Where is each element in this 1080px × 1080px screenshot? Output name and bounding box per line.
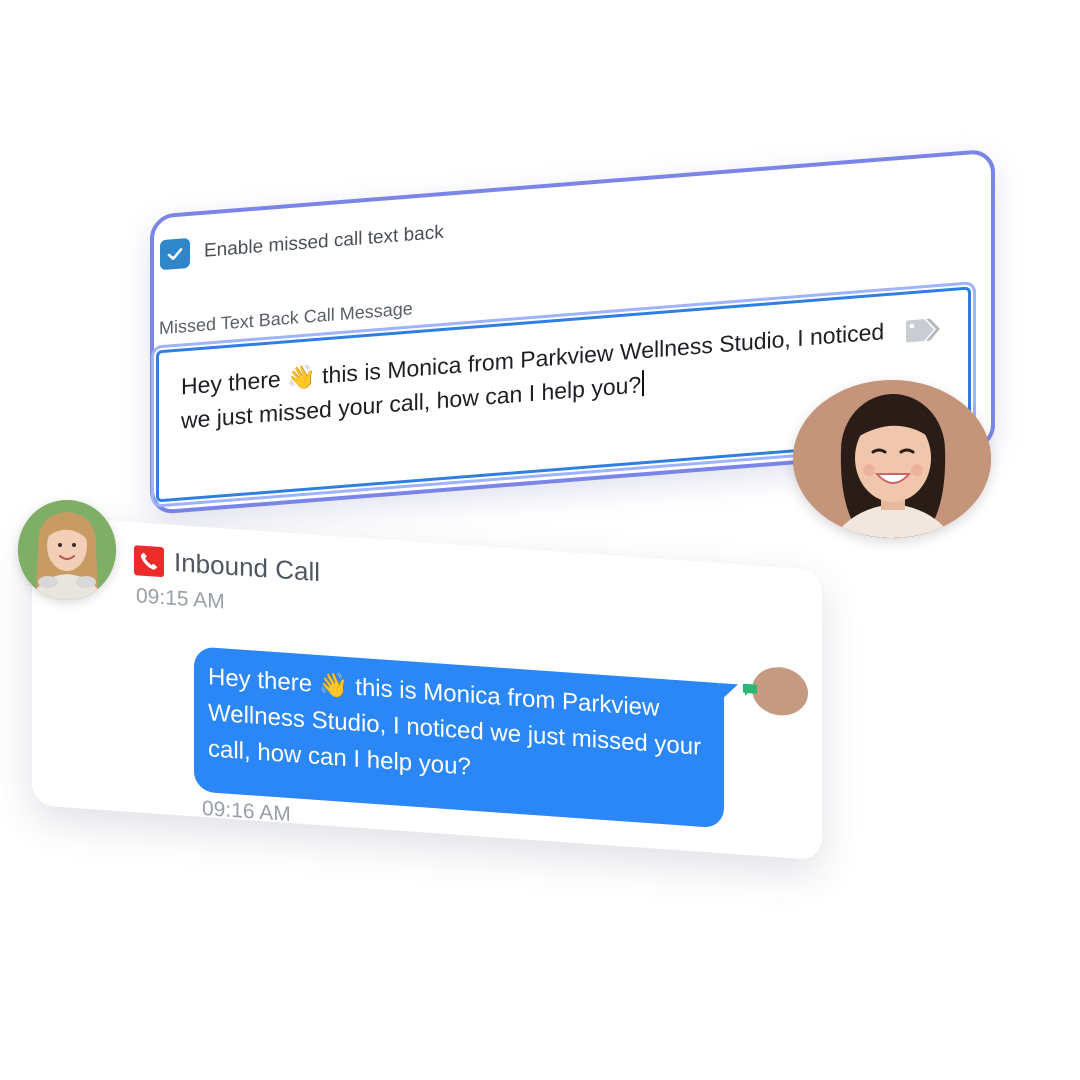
phone-icon xyxy=(134,544,164,577)
enable-missed-call-row[interactable]: Enable missed call text back xyxy=(160,218,444,271)
check-icon xyxy=(167,248,183,260)
enable-missed-call-label: Enable missed call text back xyxy=(204,221,444,262)
phone-glyph xyxy=(140,552,158,570)
call-timestamp: 09:15 AM xyxy=(136,584,225,614)
sender-avatar xyxy=(752,665,808,718)
call-title: Inbound Call xyxy=(174,546,320,588)
inbound-call-row: Inbound Call xyxy=(134,544,320,588)
enable-missed-call-checkbox[interactable] xyxy=(160,237,190,271)
message-text-content: Hey there 👋 this is Monica from Parkview… xyxy=(181,318,885,434)
sent-message-text: Hey there 👋 this is Monica from Parkview… xyxy=(208,663,702,781)
canvas: Enable missed call text back Missed Text… xyxy=(0,0,1080,1080)
sms-icon xyxy=(743,683,757,696)
tag-icon[interactable] xyxy=(904,315,946,344)
conversation-card: Inbound Call 09:15 AM Hey there 👋 this i… xyxy=(32,515,822,861)
text-caret xyxy=(642,370,645,397)
message-input-value[interactable]: Hey there 👋 this is Monica from Parkview… xyxy=(181,313,901,438)
caller-portrait xyxy=(18,500,116,600)
bubble-tail xyxy=(720,683,738,703)
sent-timestamp: 09:16 AM xyxy=(202,796,291,827)
monica-portrait xyxy=(793,380,991,538)
monica-avatar xyxy=(793,380,991,538)
caller-avatar xyxy=(18,500,116,600)
